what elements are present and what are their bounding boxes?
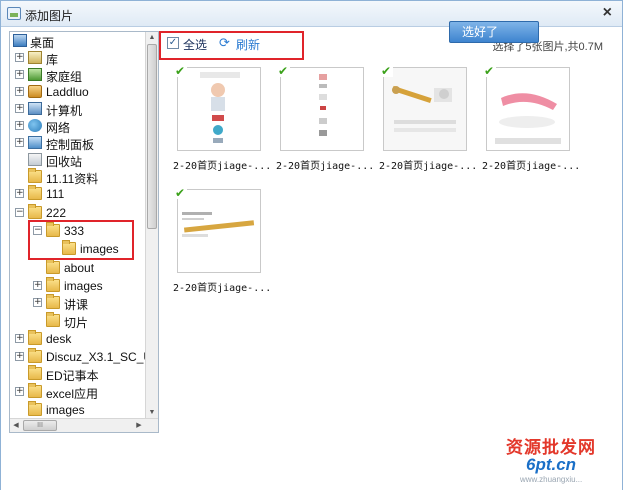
tree-item-control-panel[interactable]: + 控制面板 <box>10 134 150 152</box>
check-icon: ✔ <box>484 64 496 78</box>
scrollbar-thumb[interactable]: III <box>23 420 57 431</box>
folder-icon <box>28 365 42 380</box>
thumbnail-caption: 2-20首页jiage-... <box>173 283 272 294</box>
dialog-title: 添加图片 <box>25 9 74 23</box>
library-icon <box>28 51 42 64</box>
scroll-left-icon[interactable]: ◀ <box>10 420 22 432</box>
annotation-highlight-box <box>28 220 134 260</box>
scroll-up-icon[interactable]: ▲ <box>146 32 158 44</box>
tree-item-computer[interactable]: + 计算机 <box>10 100 150 118</box>
expand-icon[interactable]: + <box>15 334 24 343</box>
control-panel-icon <box>28 136 42 149</box>
desktop-icon <box>13 34 27 47</box>
tree-item-folder[interactable]: + Discuz_X3.1_SC_UT <box>10 348 158 366</box>
collapse-icon[interactable]: − <box>15 208 24 217</box>
thumbnail-preview <box>281 68 363 150</box>
thumbnail-preview <box>487 68 569 150</box>
thumbnail-caption: 2-20首页jiage-... <box>173 161 272 172</box>
check-icon: ✔ <box>175 186 187 200</box>
scrollbar-thumb[interactable] <box>147 44 157 229</box>
image-thumbnail[interactable]: ✔ <box>278 64 364 151</box>
expand-icon[interactable]: + <box>15 387 24 396</box>
folder-icon <box>46 294 60 309</box>
folder-icon <box>28 204 42 219</box>
expand-icon[interactable]: + <box>15 87 24 96</box>
expand-icon[interactable]: + <box>15 121 24 130</box>
tree-item-desktop[interactable]: 桌面 <box>10 32 150 50</box>
folder-icon <box>28 401 42 416</box>
thumbnail-preview <box>178 190 260 272</box>
thumbnail-preview <box>384 68 466 150</box>
expand-icon[interactable]: + <box>15 53 24 62</box>
folder-icon <box>28 185 42 200</box>
check-icon: ✔ <box>175 64 187 78</box>
image-thumbnail[interactable]: ✔ <box>381 64 467 151</box>
confirm-button[interactable]: 选好了 <box>449 21 539 43</box>
folder-icon <box>28 330 42 345</box>
network-icon <box>28 119 42 132</box>
expand-icon[interactable]: + <box>33 298 42 307</box>
expand-icon[interactable]: + <box>15 352 24 361</box>
tree-item-library[interactable]: + 库 <box>10 49 150 67</box>
tree-item-folder[interactable]: + 讲课 <box>10 294 150 312</box>
check-icon: ✔ <box>278 64 290 78</box>
tree-item-folder[interactable]: + images <box>10 277 150 295</box>
folder-icon <box>28 348 42 363</box>
folder-icon <box>28 383 42 398</box>
folder-icon <box>28 168 42 183</box>
tree-item-folder[interactable]: 11.11资料 <box>10 168 150 186</box>
tree-item-folder[interactable]: ED记事本 <box>10 365 150 383</box>
site-watermark: 资源批发网 6pt.cn www.zhuangxiu... <box>506 438 596 484</box>
close-button[interactable]: × <box>603 5 612 21</box>
thumbnail-caption: 2-20首页jiage-... <box>379 161 478 172</box>
image-thumbnail[interactable]: ✔ <box>175 186 261 273</box>
tree-item-folder[interactable]: 切片 <box>10 312 150 330</box>
tree-horizontal-scrollbar[interactable]: ◀ III ▶ <box>10 418 158 432</box>
thumbnail-caption: 2-20首页jiage-... <box>482 161 581 172</box>
tree-item-folder[interactable]: images <box>10 401 150 419</box>
computer-icon <box>28 102 42 115</box>
expand-icon[interactable]: + <box>15 138 24 147</box>
tree-item-folder[interactable]: + excel应用 <box>10 383 150 401</box>
image-thumbnail[interactable]: ✔ <box>175 64 261 151</box>
check-icon: ✔ <box>381 64 393 78</box>
folder-icon <box>46 312 60 327</box>
tree-item-laddluo[interactable]: + Laddluo <box>10 83 150 101</box>
recycle-bin-icon <box>28 153 42 166</box>
expand-icon[interactable]: + <box>33 281 42 290</box>
expand-icon[interactable]: + <box>15 189 24 198</box>
tree-vertical-scrollbar[interactable]: ▲ ▼ <box>145 32 158 419</box>
thumbnail-caption: 2-20首页jiage-... <box>276 161 375 172</box>
user-folder-icon <box>28 85 42 98</box>
expand-icon[interactable]: + <box>15 70 24 79</box>
tree-item-network[interactable]: + 网络 <box>10 117 150 135</box>
tree-item-homegroup[interactable]: + 家庭组 <box>10 66 150 84</box>
folder-icon <box>46 259 60 274</box>
image-browser: ✓ 全选 ⟳ 刷新 选择了5张图片,共0.7M ✔ 2-20首页jiage-..… <box>159 31 617 433</box>
add-image-dialog: 添加图片 × 桌面 + 库 + 家庭组 + Laddluo + 计算机 + 网络… <box>0 0 623 490</box>
tree-item-recycle-bin[interactable]: 回收站 <box>10 151 150 169</box>
expand-icon[interactable]: + <box>15 104 24 113</box>
annotation-highlight-box <box>159 31 304 60</box>
image-icon <box>7 7 21 20</box>
thumbnail-preview <box>178 68 260 150</box>
tree-item-folder[interactable]: + desk <box>10 330 150 348</box>
scroll-right-icon[interactable]: ▶ <box>133 420 145 432</box>
folder-icon <box>46 277 60 292</box>
tree-item-folder[interactable]: + 111 <box>10 185 150 203</box>
image-thumbnail[interactable]: ✔ <box>484 64 570 151</box>
homegroup-icon <box>28 68 42 81</box>
tree-item-folder[interactable]: about <box>10 259 150 277</box>
